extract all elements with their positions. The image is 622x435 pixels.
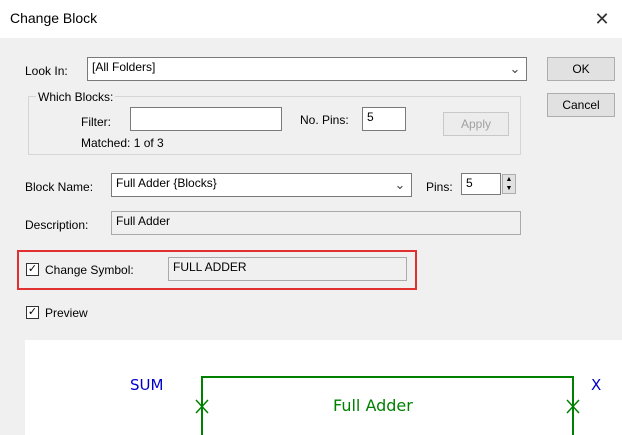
filter-input[interactable] — [130, 107, 282, 131]
preview-canvas: SUM X Full Adder — [25, 340, 622, 435]
change-symbol-label: Change Symbol: — [45, 263, 134, 277]
pin-label-x: X — [591, 376, 601, 394]
description-field: Full Adder — [111, 211, 521, 235]
matched-text: Matched: 1 of 3 — [81, 136, 164, 150]
symbol-preview: SUM X Full Adder — [130, 376, 601, 435]
pins-spinner[interactable]: ▲ ▼ — [502, 174, 516, 194]
apply-button[interactable]: Apply — [443, 112, 509, 136]
ok-button[interactable]: OK — [547, 57, 615, 81]
title-bar: Change Block ✕ — [0, 0, 622, 38]
no-pins-label: No. Pins: — [300, 113, 349, 127]
block-name-label: Block Name: — [25, 180, 94, 194]
window-title: Change Block — [10, 10, 98, 26]
close-icon: ✕ — [594, 9, 610, 29]
block-name-combo[interactable]: Full Adder {Blocks} ⌄ — [111, 173, 412, 197]
cancel-button[interactable]: Cancel — [547, 93, 615, 117]
preview-checkbox[interactable]: ✓ — [26, 306, 39, 319]
checkmark-icon: ✓ — [27, 263, 38, 275]
look-in-combo[interactable]: [All Folders] ⌄ — [87, 57, 527, 81]
no-pins-input[interactable]: 5 — [362, 107, 406, 131]
close-button[interactable]: ✕ — [582, 0, 622, 38]
pins-input[interactable]: 5 — [461, 173, 501, 195]
look-in-value: [All Folders] — [92, 60, 156, 74]
change-symbol-field[interactable]: FULL ADDER — [168, 257, 407, 281]
spin-down-icon[interactable]: ▼ — [503, 184, 515, 193]
pins-label: Pins: — [426, 180, 453, 194]
preview-label: Preview — [45, 306, 88, 320]
symbol-name: Full Adder — [333, 396, 413, 415]
which-blocks-legend: Which Blocks: — [36, 90, 116, 104]
description-label: Description: — [25, 218, 89, 232]
filter-label: Filter: — [81, 115, 111, 129]
chevron-down-icon: ⌄ — [394, 177, 406, 192]
chevron-down-icon: ⌄ — [509, 61, 521, 76]
pin-label-sum: SUM — [130, 376, 163, 394]
checkmark-icon: ✓ — [27, 306, 38, 318]
change-symbol-checkbox[interactable]: ✓ — [26, 263, 39, 276]
block-name-value: Full Adder {Blocks} — [116, 176, 217, 190]
spin-up-icon[interactable]: ▲ — [503, 175, 515, 184]
look-in-label: Look In: — [25, 64, 68, 78]
